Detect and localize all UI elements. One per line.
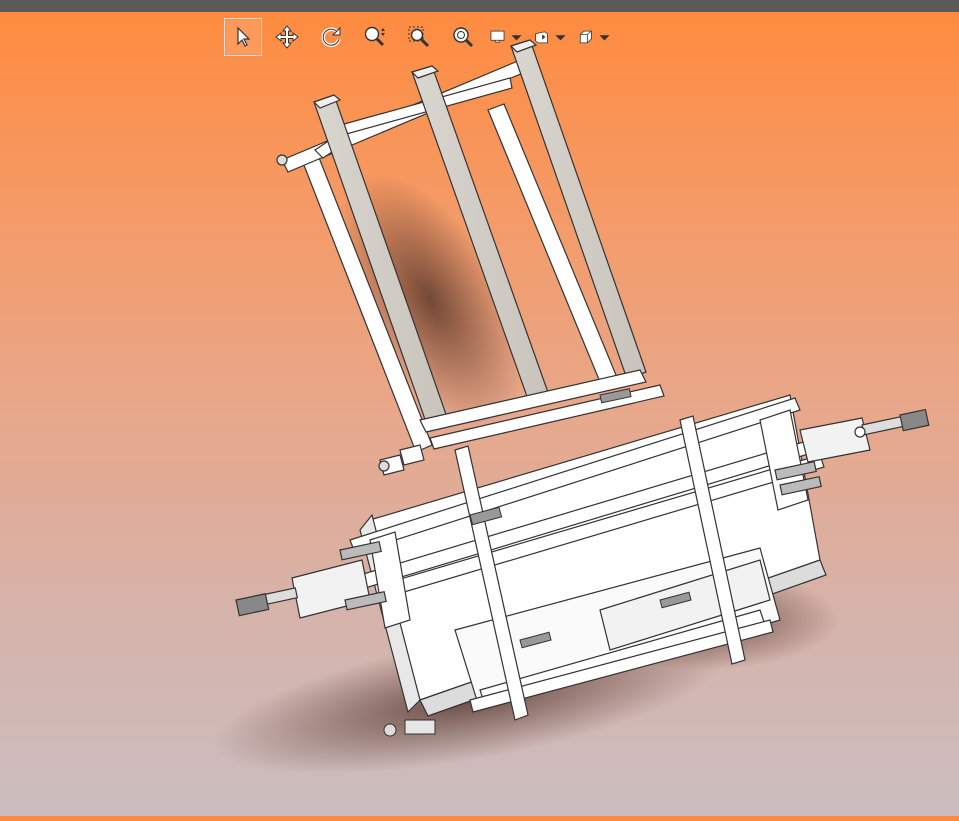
machine-model xyxy=(213,39,930,775)
3d-viewport[interactable] xyxy=(0,12,959,816)
window-top-bar xyxy=(0,0,959,12)
